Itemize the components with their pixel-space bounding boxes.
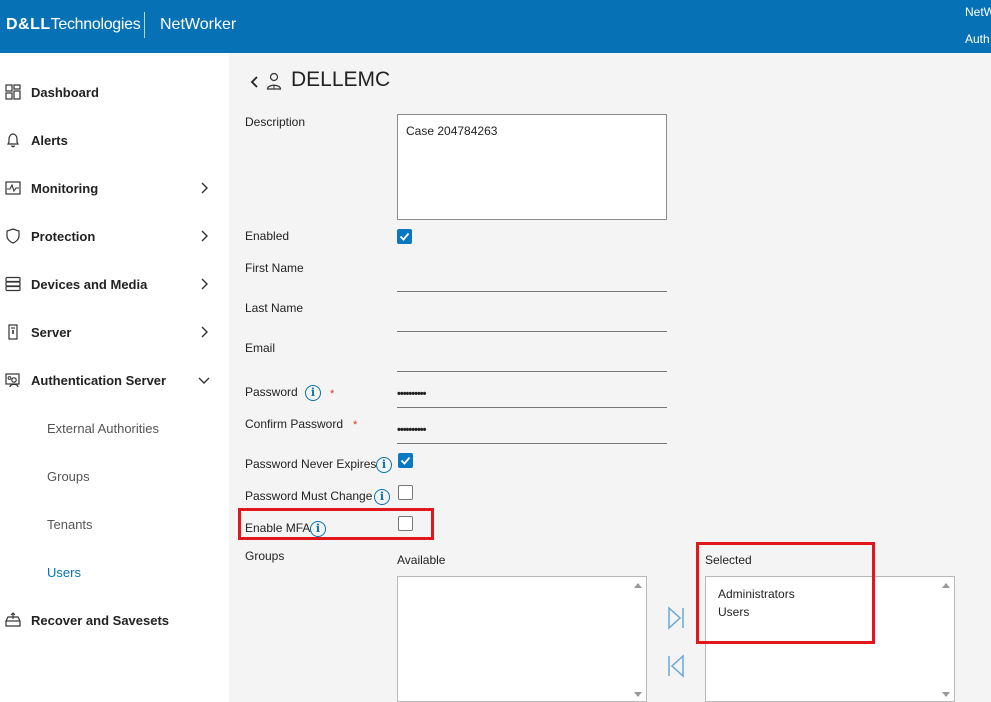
- recover-icon: [5, 612, 21, 627]
- sidebar-item-label: Devices and Media: [31, 276, 148, 292]
- scroll-down-arrow[interactable]: [634, 692, 642, 697]
- sidebar-item-label: Authentication Server: [31, 372, 167, 388]
- page-title: DELLEMC: [291, 68, 391, 91]
- confirm-password-label: Confirm Password *: [245, 417, 358, 431]
- chevron-down-icon: [198, 377, 210, 384]
- header-divider: [144, 12, 145, 38]
- move-to-selected-icon[interactable]: [666, 606, 686, 630]
- sidebar-item-monitoring[interactable]: Monitoring: [0, 170, 229, 206]
- dell-technologies-logo: D&LLTechnologies: [6, 16, 141, 33]
- confirm-password-value: ••••••••••: [397, 424, 426, 436]
- description-textarea[interactable]: Case 204784263: [397, 114, 667, 220]
- chevron-right-icon: [201, 278, 208, 290]
- user-icon: [266, 72, 282, 90]
- storage-icon: [5, 276, 21, 292]
- password-info-icon[interactable]: i: [305, 385, 321, 401]
- password-label: Password: [245, 385, 298, 399]
- header-auth-info[interactable]: Auth: [965, 32, 990, 46]
- enable-mfa-info-icon[interactable]: i: [310, 521, 326, 537]
- description-label: Description: [245, 115, 306, 129]
- enabled-checkbox[interactable]: [397, 229, 412, 244]
- sidebar-item-dashboard[interactable]: Dashboard: [0, 74, 229, 110]
- sidebar-item-label: Alerts: [31, 132, 68, 148]
- app-name: NetWorker: [160, 16, 237, 33]
- email-label: Email: [245, 341, 276, 355]
- enable-mfa-label: Enable MFA: [245, 521, 311, 535]
- chevron-right-icon: [201, 326, 208, 338]
- checkmark-icon: [399, 232, 410, 241]
- dashboard-icon: [5, 84, 21, 100]
- password-required-marker: *: [330, 388, 335, 400]
- first-name-input[interactable]: [397, 272, 667, 292]
- last-name-input[interactable]: [397, 312, 667, 332]
- sidebar-item-recover-and-savesets[interactable]: Recover and Savesets: [0, 602, 229, 638]
- must-change-checkbox[interactable]: [398, 485, 413, 500]
- must-change-label: Password Must Change: [245, 489, 373, 503]
- sidebar-item-label: Monitoring: [31, 180, 99, 196]
- sidebar-item-server[interactable]: Server: [0, 314, 229, 350]
- available-label: Available: [397, 553, 446, 567]
- scroll-down-arrow[interactable]: [942, 692, 950, 697]
- sidebar-item-protection[interactable]: Protection: [0, 218, 229, 254]
- checkmark-icon: [400, 456, 411, 465]
- chevron-right-icon: [201, 230, 208, 242]
- sidebar-subitem-tenants[interactable]: Tenants: [47, 517, 93, 532]
- selected-highlight-box: [696, 542, 875, 644]
- sidebar-subitem-external-authorities[interactable]: External Authorities: [47, 421, 159, 436]
- chevron-right-icon: [201, 182, 208, 194]
- sidebar-subitem-users[interactable]: Users: [47, 565, 81, 580]
- email-input[interactable]: [397, 352, 667, 372]
- shield-icon: [6, 228, 20, 244]
- groups-label: Groups: [245, 549, 285, 563]
- header-server-name[interactable]: NetW: [965, 5, 991, 19]
- move-to-available-icon[interactable]: [666, 654, 686, 678]
- must-change-info-icon[interactable]: i: [374, 489, 390, 505]
- monitor-icon: [5, 181, 21, 195]
- sidebar-item-label: Dashboard: [31, 84, 99, 100]
- first-name-label: First Name: [245, 261, 304, 275]
- never-expires-checkbox[interactable]: [398, 453, 413, 468]
- sidebar-item-alerts[interactable]: Alerts: [0, 122, 229, 158]
- top-header: D&LLTechnologies NetWorker NetW Auth: [0, 0, 991, 53]
- sidebar-subitem-groups[interactable]: Groups: [47, 469, 90, 484]
- server-icon: [8, 324, 18, 340]
- scroll-up-arrow[interactable]: [634, 583, 642, 588]
- auth-server-icon: [5, 373, 20, 388]
- back-chevron-icon[interactable]: [248, 74, 260, 90]
- enabled-label: Enabled: [245, 229, 290, 243]
- sidebar-item-authentication-server[interactable]: Authentication Server: [0, 362, 229, 398]
- enable-mfa-checkbox[interactable]: [398, 516, 413, 531]
- password-value: ••••••••••: [397, 388, 426, 400]
- confirm-password-input[interactable]: [397, 424, 667, 444]
- password-input[interactable]: [397, 388, 667, 408]
- sidebar-item-devices-and-media[interactable]: Devices and Media: [0, 266, 229, 302]
- last-name-label: Last Name: [245, 301, 304, 315]
- sidebar-item-label: Server: [31, 324, 72, 340]
- sidebar-item-label: Recover and Savesets: [31, 612, 170, 628]
- bell-icon: [7, 133, 19, 148]
- sidebar-item-label: Protection: [31, 228, 96, 244]
- scroll-up-arrow[interactable]: [942, 583, 950, 588]
- never-expires-info-icon[interactable]: i: [376, 457, 392, 473]
- never-expires-label: Password Never Expires: [245, 457, 377, 471]
- available-groups-list[interactable]: [397, 576, 647, 702]
